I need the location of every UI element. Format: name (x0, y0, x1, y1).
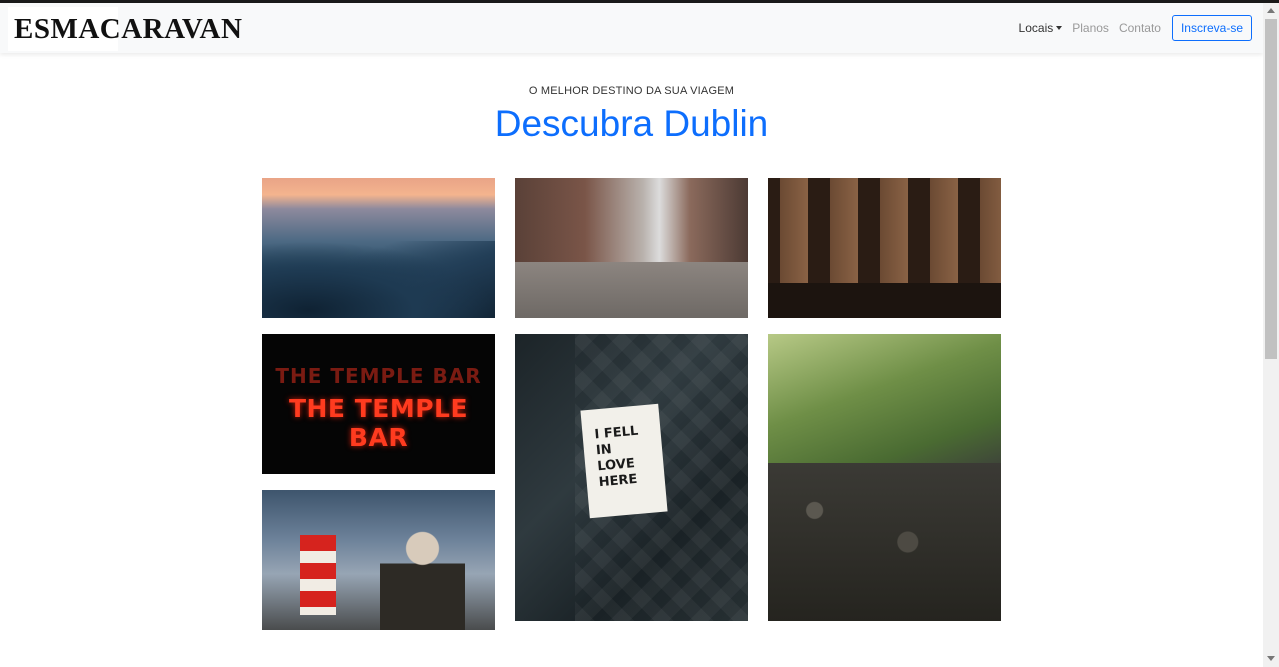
subscribe-button[interactable]: Inscreva-se (1171, 15, 1252, 41)
gallery-image-temple-bar[interactable]: THE TEMPLE BAR THE TEMPLE BAR (262, 334, 495, 474)
nav-link-contato[interactable]: Contato (1119, 21, 1161, 35)
scrollbar-thumb[interactable] (1265, 19, 1277, 359)
gallery-image-library[interactable] (768, 178, 1001, 318)
gallery-image-musician[interactable] (262, 490, 495, 630)
library-floor (768, 283, 1001, 318)
hero-title: Descubra Dublin (494, 103, 769, 144)
cobblestone-road (515, 262, 748, 318)
neon-sign-top: THE TEMPLE BAR (275, 364, 482, 388)
gallery-image-love-sign[interactable]: I FELL IN LOVE HERE (515, 334, 748, 621)
coast-rocks (262, 241, 495, 318)
nav-links: Locais Planos Contato Inscreva-se (1009, 15, 1252, 41)
navbar: ESMACARAVAN Locais Planos Contato Inscre… (0, 3, 1263, 53)
caret-down-icon (1056, 26, 1063, 30)
lighthouse (300, 535, 336, 615)
hanging-sign: I FELL IN LOVE HERE (580, 403, 668, 519)
nav-link-locais[interactable]: Locais (1019, 21, 1063, 35)
nav-link-locais-label: Locais (1018, 21, 1054, 35)
sign-text: I FELL IN LOVE HERE (593, 423, 639, 491)
basalt-columns (768, 463, 1001, 621)
gallery-image-coast[interactable] (262, 178, 495, 318)
gallery-image-causeway[interactable] (768, 334, 1001, 621)
scroll-up-arrow-icon[interactable] (1267, 8, 1275, 13)
nav-link-planos[interactable]: Planos (1072, 21, 1109, 35)
brand-name[interactable]: ESMACARAVAN (14, 13, 242, 46)
page-scrollbar[interactable] (1263, 3, 1279, 667)
gallery-image-street[interactable] (515, 178, 748, 318)
neon-sign-main: THE TEMPLE BAR (288, 394, 469, 452)
musician-figure (380, 528, 465, 630)
hero-eyebrow: O MELHOR DESTINO DA SUA VIAGEM (528, 85, 735, 97)
scroll-down-arrow-icon[interactable] (1267, 656, 1275, 661)
